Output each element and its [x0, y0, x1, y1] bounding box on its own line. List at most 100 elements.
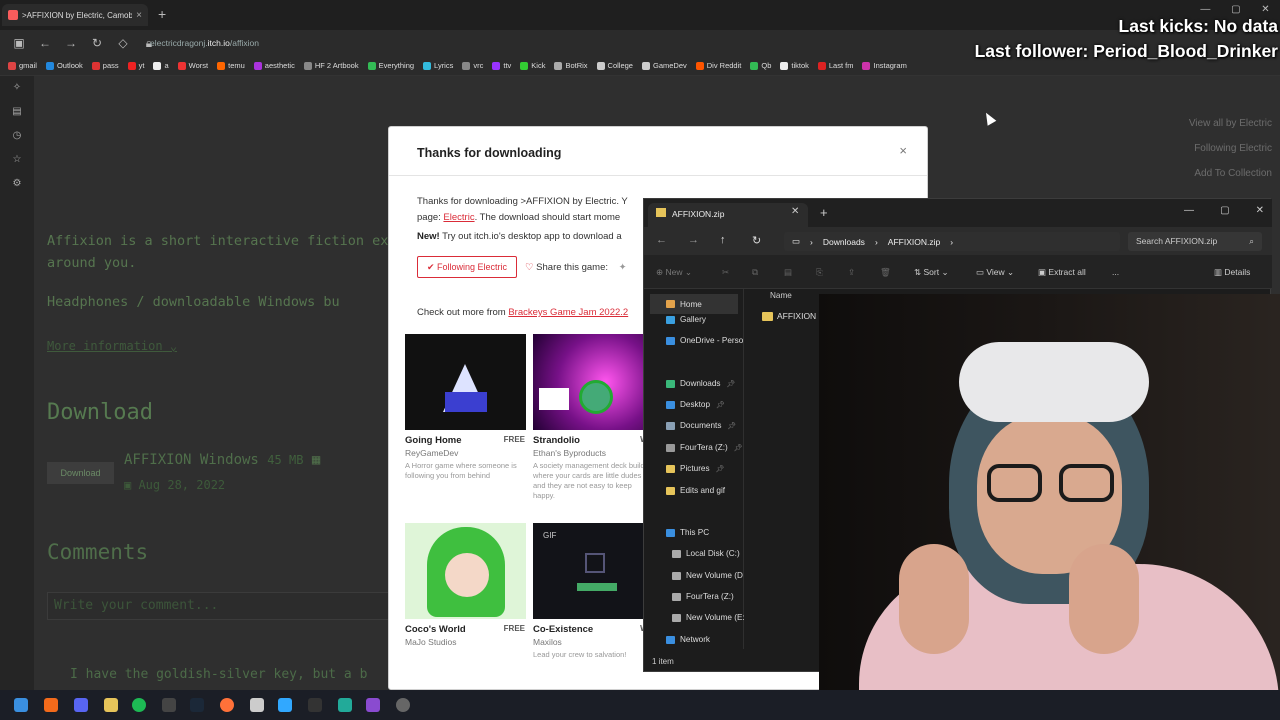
reload-icon[interactable]: ↻: [90, 36, 104, 50]
bookmark-hf-2-artbook[interactable]: HF 2 Artbook: [303, 61, 359, 70]
following-button[interactable]: ✔ Following Electric: [417, 256, 517, 278]
back-icon[interactable]: ←: [656, 234, 667, 246]
address-bar[interactable]: electricdragonj. itch.io/affixion: [150, 30, 259, 56]
up-icon[interactable]: ↑: [720, 234, 726, 246]
game-name[interactable]: Co-Existence: [533, 624, 655, 635]
comment-input[interactable]: Write your comment...: [47, 592, 407, 620]
bookmark-tiktok[interactable]: tiktok: [780, 61, 809, 70]
nav-item-home[interactable]: Home: [650, 294, 738, 314]
view-button[interactable]: ▭ View ⌄: [976, 267, 1014, 278]
game-author[interactable]: Ethan's Byproducts: [533, 448, 655, 458]
back-icon[interactable]: ←: [38, 36, 52, 50]
steam-icon[interactable]: [190, 698, 204, 712]
bookmark-instagram[interactable]: Instagram: [862, 61, 907, 70]
following-link[interactable]: Following Electric: [1160, 141, 1272, 166]
explorer-tab-close-icon[interactable]: ✕: [791, 206, 799, 217]
cut-icon[interactable]: ✂: [722, 267, 729, 278]
bookmarks-icon[interactable]: ☆: [0, 148, 34, 172]
refresh-icon[interactable]: ↻: [752, 234, 761, 247]
explorer-new-tab-icon[interactable]: +: [820, 205, 828, 220]
notepad-icon[interactable]: [250, 698, 264, 712]
twitter-icon[interactable]: ✦: [619, 262, 627, 273]
browser-app-icon[interactable]: [44, 698, 58, 712]
tab-close-icon[interactable]: ×: [136, 10, 142, 21]
game-card[interactable]: Strandolio WE Ethan's Byproducts A socie…: [533, 334, 655, 501]
game-author[interactable]: ReyGameDev: [405, 448, 527, 458]
bookmark-kick[interactable]: Kick: [520, 61, 545, 70]
minimize-icon[interactable]: —: [1184, 205, 1194, 216]
game-author[interactable]: Maxilos: [533, 637, 655, 647]
bookmark-gamedev[interactable]: GameDev: [641, 61, 687, 70]
nav-item-this-pc[interactable]: This PC: [666, 528, 709, 537]
spotify-icon[interactable]: [132, 698, 146, 712]
game-card[interactable]: GIF Co-Existence WE Maxilos Lead your cr…: [533, 523, 655, 660]
bookmark-outlook[interactable]: Outlook: [45, 61, 83, 70]
maximize-icon[interactable]: ▢: [1220, 205, 1229, 216]
game-card[interactable]: Going Home FREE ReyGameDev A Horror game…: [405, 334, 527, 481]
add-to-collection-link[interactable]: Add To Collection: [1160, 166, 1272, 191]
crumb-downloads[interactable]: Downloads: [823, 237, 865, 247]
obs-icon[interactable]: [162, 698, 176, 712]
bookmark-temu[interactable]: temu: [217, 61, 245, 70]
nav-item-pictures[interactable]: Pictures 📌︎: [666, 464, 724, 473]
ai-icon[interactable]: ✧: [0, 76, 34, 100]
game-author[interactable]: MaJo Studios: [405, 637, 527, 647]
bookmark-yt[interactable]: yt: [127, 61, 144, 70]
bookmark-qb[interactable]: Qb: [750, 61, 771, 70]
bookmark-last-fm[interactable]: Last fm: [817, 61, 853, 70]
heart-icon[interactable]: ♡: [525, 262, 534, 273]
nav-item-onedrive-perso[interactable]: OneDrive - Perso: [666, 336, 743, 345]
bookmark-div-reddit[interactable]: Div Reddit: [695, 61, 741, 70]
game-name[interactable]: Strandolio: [533, 435, 655, 446]
more-options-button[interactable]: ...: [1112, 267, 1119, 277]
download-button[interactable]: Download: [47, 462, 114, 484]
photoshop-icon[interactable]: [278, 698, 292, 712]
jam-link[interactable]: Brackeys Game Jam 2022.2: [508, 307, 628, 318]
bookmark-lyrics[interactable]: Lyrics: [423, 61, 453, 70]
nav-item-desktop[interactable]: Desktop 📌︎: [666, 400, 725, 409]
bookmark-aesthetic[interactable]: aesthetic: [253, 61, 295, 70]
new-button[interactable]: ⊕ New ⌄: [656, 267, 692, 278]
game-thumbnail[interactable]: GIF: [533, 523, 654, 619]
monitor-icon[interactable]: ▭: [792, 236, 800, 247]
breadcrumb[interactable]: ▭ › Downloads › AFFIXION.zip ›: [784, 232, 1120, 251]
view-all-link[interactable]: View all by Electric: [1160, 116, 1272, 141]
nav-item-documents[interactable]: Documents 📌︎: [666, 421, 736, 430]
nav-item-new-volume-d[interactable]: New Volume (D: [672, 571, 743, 580]
author-link[interactable]: Electric: [443, 212, 474, 223]
paste-icon[interactable]: ▤: [784, 267, 792, 278]
game-thumbnail[interactable]: [533, 334, 654, 430]
forward-icon[interactable]: →: [688, 234, 699, 246]
browser-tab[interactable]: >AFFIXION by Electric, Camobi ×: [2, 4, 148, 26]
forward-icon[interactable]: →: [64, 36, 78, 50]
shield-icon[interactable]: ◇: [116, 36, 130, 50]
bookmark-college[interactable]: College: [596, 61, 633, 70]
close-window-icon[interactable]: ✕: [1256, 205, 1264, 216]
discord-icon[interactable]: [74, 698, 88, 712]
nav-item-local-disk-c-[interactable]: Local Disk (C:): [672, 549, 740, 558]
column-header-name[interactable]: Name: [770, 291, 792, 300]
bookmark-vrc[interactable]: vrc: [462, 61, 483, 70]
copy-icon[interactable]: ⧉: [752, 267, 758, 278]
game-thumbnail[interactable]: [405, 523, 526, 619]
game-thumbnail[interactable]: [405, 334, 526, 430]
bookmark-ttv[interactable]: ttv: [492, 61, 511, 70]
sort-button[interactable]: ⇅ Sort ⌄: [914, 267, 949, 278]
history-icon[interactable]: ◷: [0, 124, 34, 148]
more-information-link[interactable]: More information ⌄: [47, 339, 177, 353]
firefox-icon[interactable]: [220, 698, 234, 712]
rename-icon[interactable]: ⎘: [816, 267, 823, 278]
bookmark-pass[interactable]: pass: [91, 61, 119, 70]
windows-start-icon[interactable]: [14, 698, 28, 712]
settings-icon[interactable]: ⚙: [0, 172, 34, 196]
delete-icon[interactable]: 🗑︎: [880, 267, 891, 278]
share-icon[interactable]: ⇪: [848, 267, 855, 278]
details-button[interactable]: ▥ Details: [1214, 267, 1250, 278]
game-card[interactable]: Coco's World FREE MaJo Studios: [405, 523, 527, 647]
bookmark-a[interactable]: a: [153, 61, 169, 70]
bookmark-botrix[interactable]: BotRix: [554, 61, 588, 70]
explorer-search-input[interactable]: Search AFFIXION.zip ⌕: [1128, 232, 1262, 251]
bookmark-gmail[interactable]: gmail: [8, 61, 37, 70]
nav-item-downloads[interactable]: Downloads 📌︎: [666, 379, 735, 388]
extract-all-button[interactable]: ▣ Extract all: [1038, 267, 1086, 278]
